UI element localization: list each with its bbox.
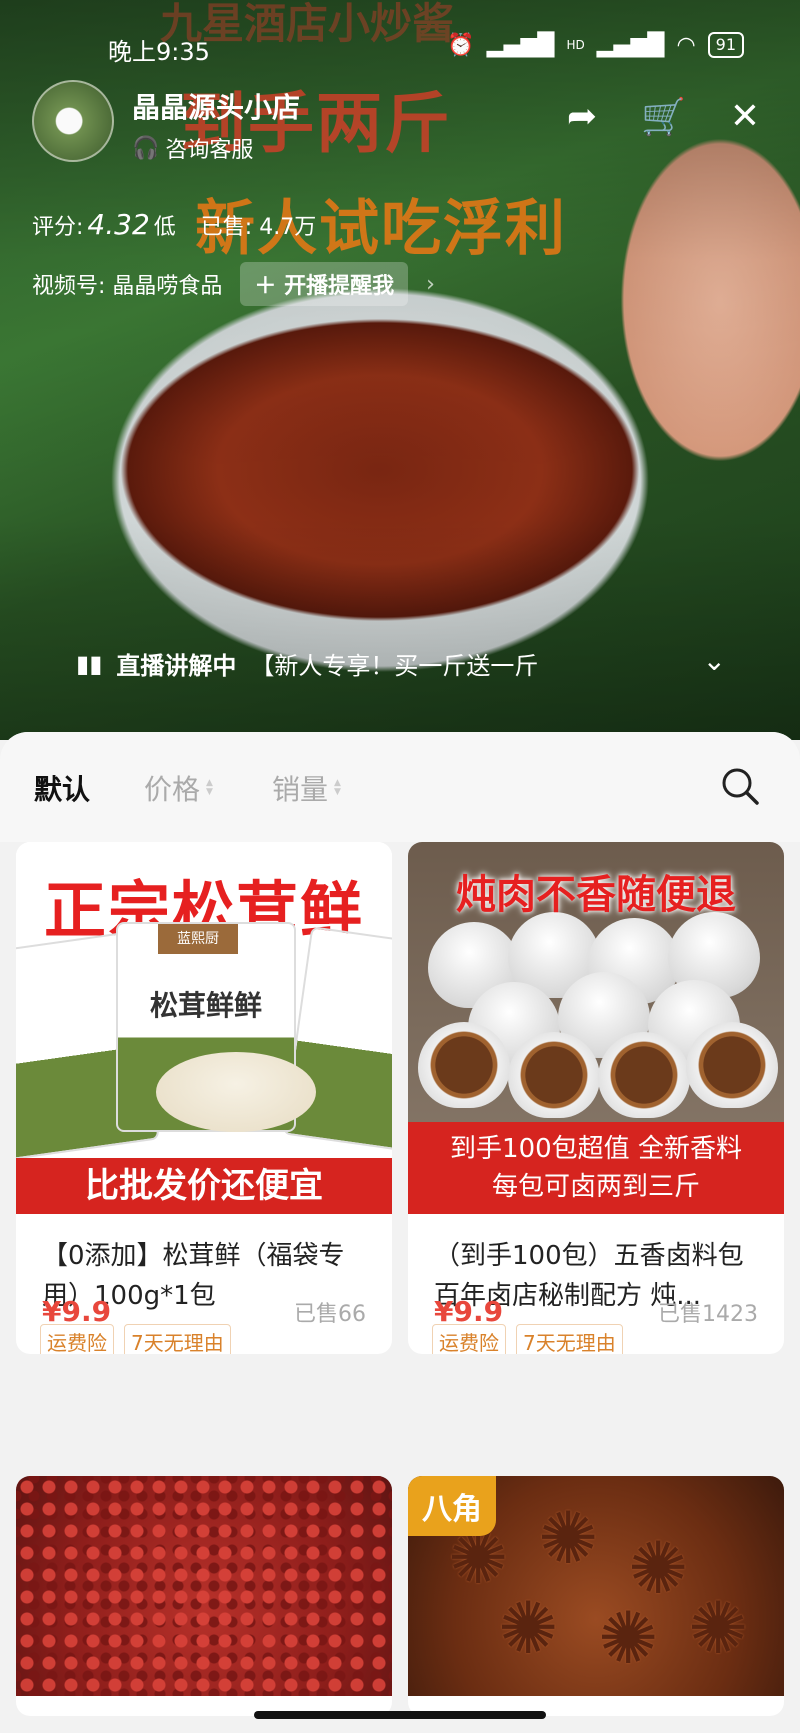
product-card[interactable]: 炖肉不香随便退 到手100包超值 全新香料 每包可卤两到三斤 （到手100包）五… [408, 842, 784, 1354]
powder-spoon-image [156, 1052, 316, 1132]
share-icon[interactable]: ➦ [567, 96, 597, 138]
top-actions: ➦ 🛒 ✕ [567, 96, 760, 138]
status-time: 晚上9:35 [108, 38, 210, 66]
live-explain-bar[interactable]: ▮▮ 直播讲解中 【新人专享！买一斤送一斤 ⌄ [76, 644, 726, 681]
sort-bar: 默认 价格 ▲ ▼ 销量 ▲ ▼ [0, 732, 800, 842]
pack-image [282, 926, 392, 1158]
product-image[interactable] [16, 1476, 392, 1696]
image-footer: 到手100包超值 全新香料 每包可卤两到三斤 [408, 1122, 784, 1214]
rating-label: 评分: [32, 215, 84, 240]
product-sheet: 默认 价格 ▲ ▼ 销量 ▲ ▼ 正宗松茸鲜 蓝熙厨 松茸鲜鲜 比批发价还便宜 【0 [0, 732, 800, 1733]
consult-service-link[interactable]: 🎧 咨询客服 [132, 132, 253, 164]
spice-bag-open-image [686, 1022, 778, 1108]
status-icons: ⏰ ▂▄▆█ HD ▂▄▆█ ◠ 91 [447, 32, 744, 58]
channel-label[interactable]: 视频号: 晶晶唠食品 [32, 268, 222, 300]
remind-button-label: 开播提醒我 [284, 274, 395, 299]
tag-shipping-insurance: 运费险 [432, 1324, 506, 1354]
price-row: ¥9.9 已售66 [42, 1295, 366, 1328]
sort-price[interactable]: 价格 ▲ ▼ [144, 768, 213, 808]
spice-bag-open-image [598, 1032, 690, 1118]
shop-avatar[interactable] [32, 80, 114, 162]
battery-icon: 91 [707, 32, 744, 58]
product-image[interactable]: 正宗松茸鲜 蓝熙厨 松茸鲜鲜 比批发价还便宜 [16, 842, 392, 1214]
sort-price-label: 价格 [144, 773, 201, 806]
live-wave-icon: ▮▮ [76, 649, 103, 678]
spice-bag-open-image [418, 1022, 510, 1108]
channel-row: 视频号: 晶晶唠食品 ＋ 开播提醒我 › [32, 262, 435, 306]
home-indicator[interactable] [254, 1711, 546, 1719]
live-promo-text: 【新人专享！买一斤送一斤 [250, 652, 539, 680]
alarm-icon: ⏰ [447, 32, 475, 58]
sort-default-label: 默认 [34, 773, 91, 806]
shop-rating: 评分: 4.32 低 已售: 4.7万 [32, 208, 316, 241]
close-icon[interactable]: ✕ [730, 96, 760, 138]
product-card[interactable] [16, 1476, 392, 1716]
product-sold: 已售66 [294, 1302, 366, 1327]
product-tags: 运费险 7天无理由 [408, 1324, 784, 1354]
sort-sales-label: 销量 [272, 773, 329, 806]
star-anise-image: ✺ [538, 1496, 599, 1580]
image-badge: 八角 [408, 1476, 496, 1536]
live-status: 直播讲解中 [116, 652, 237, 680]
product-price: ¥9.9 [42, 1295, 112, 1328]
rating-value: 4.32 [87, 208, 150, 241]
sold-label: 已售: [200, 215, 253, 240]
sold-value: 4.7万 [259, 215, 317, 240]
image-footer-line1: 到手100包超值 全新香料 [450, 1134, 742, 1164]
cart-icon[interactable]: 🛒 [641, 96, 686, 138]
wifi-icon: ◠ [676, 32, 696, 58]
star-anise-image: ✺ [688, 1586, 749, 1670]
pack-label: 松茸鲜鲜 [149, 989, 262, 1022]
status-bar: 晚上9:35 ⏰ ▂▄▆█ HD ▂▄▆█ ◠ 91 [0, 28, 800, 68]
headset-icon: 🎧 [132, 135, 160, 161]
signal-icon-2: ▂▄▆█ [596, 32, 665, 58]
star-anise-image: ✺ [498, 1586, 559, 1670]
star-anise-image: ✺ [598, 1596, 659, 1680]
product-sold: 已售1423 [658, 1302, 758, 1327]
live-video-hero[interactable]: 九星酒店小炒酱 到手两斤 新人试吃浮利 晚上9:35 ⏰ ▂▄▆█ HD ▂▄▆… [0, 0, 800, 740]
image-headline: 炖肉不香随便退 [456, 872, 736, 918]
sort-default[interactable]: 默认 [34, 768, 90, 808]
search-icon[interactable] [720, 766, 760, 806]
sort-sales[interactable]: 销量 ▲ ▼ [272, 768, 341, 808]
chevron-right-icon: › [426, 271, 435, 297]
product-card[interactable]: ✺ ✺ ✺ ✺ ✺ ✺ 八角 [408, 1476, 784, 1716]
tag-shipping-insurance: 运费险 [40, 1324, 114, 1354]
tag-7day-return: 7天无理由 [124, 1324, 231, 1354]
pack-brand: 蓝熙厨 [158, 924, 238, 954]
product-image[interactable]: 炖肉不香随便退 到手100包超值 全新香料 每包可卤两到三斤 [408, 842, 784, 1214]
product-price: ¥9.9 [434, 1295, 504, 1328]
peppercorn-texture [16, 1476, 392, 1696]
sort-arrows-icon: ▲ ▼ [334, 778, 341, 797]
chevron-down-icon[interactable]: ⌄ [703, 644, 726, 677]
image-footer: 比批发价还便宜 [16, 1158, 392, 1214]
rating-level: 低 [153, 215, 176, 240]
product-tags: 运费险 7天无理由 [16, 1324, 392, 1354]
plus-icon: ＋ [254, 274, 285, 299]
signal-icon: ▂▄▆█ [486, 32, 555, 58]
price-row: ¥9.9 已售1423 [434, 1295, 758, 1328]
product-card[interactable]: 正宗松茸鲜 蓝熙厨 松茸鲜鲜 比批发价还便宜 【0添加】松茸鲜（福袋专用）100… [16, 842, 392, 1354]
shop-name[interactable]: 晶晶源头小店 [132, 86, 300, 126]
product-image[interactable]: ✺ ✺ ✺ ✺ ✺ ✺ 八角 [408, 1476, 784, 1696]
image-footer-line2: 每包可卤两到三斤 [491, 1172, 700, 1202]
sort-arrows-icon: ▲ ▼ [206, 778, 213, 797]
spice-bag-open-image [508, 1032, 600, 1118]
network-label: HD [566, 38, 585, 52]
tag-7day-return: 7天无理由 [516, 1324, 623, 1354]
consult-label: 咨询客服 [165, 138, 254, 163]
live-remind-button[interactable]: ＋ 开播提醒我 [240, 262, 409, 306]
